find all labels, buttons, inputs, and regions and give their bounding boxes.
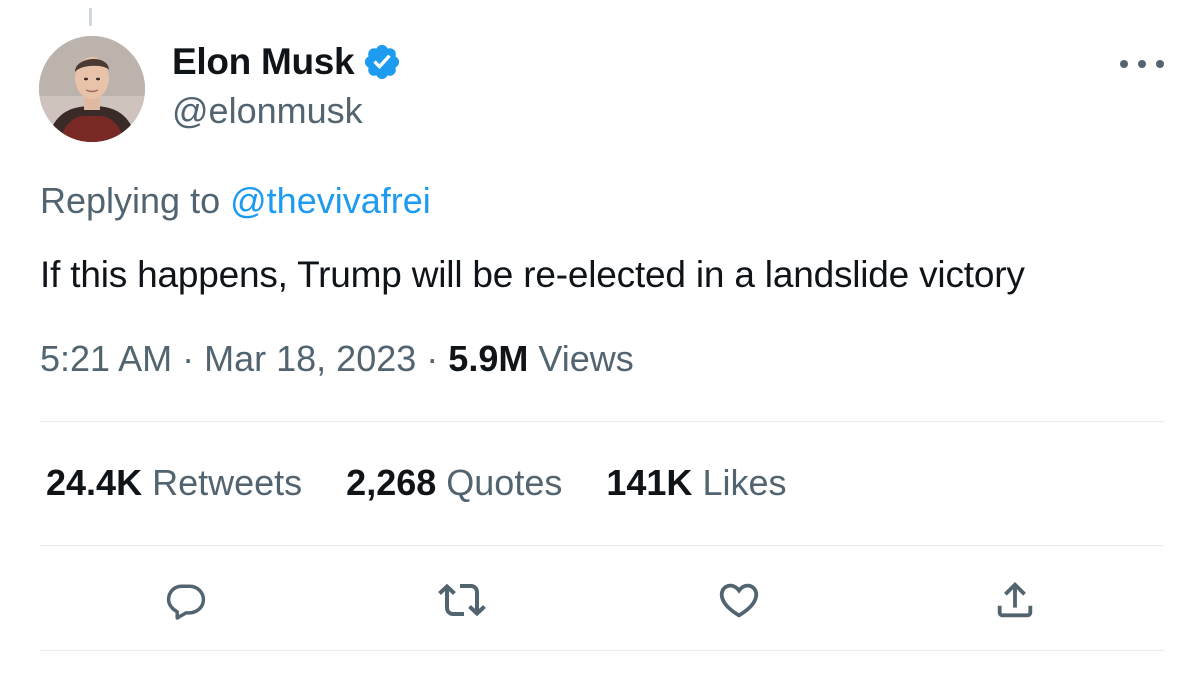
avatar-image <box>39 36 145 142</box>
replying-to-line: Replying to @thevivafrei <box>40 180 431 222</box>
quotes-stat[interactable]: 2,268 Quotes <box>346 462 562 504</box>
avatar[interactable] <box>39 36 145 142</box>
heart-icon <box>719 583 759 618</box>
retweet-button[interactable] <box>437 575 487 625</box>
retweets-stat[interactable]: 24.4K Retweets <box>46 462 302 504</box>
retweet-icon <box>438 583 486 617</box>
tweet-text: If this happens, Trump will be re-electe… <box>40 254 1025 295</box>
quotes-label: Quotes <box>446 462 563 503</box>
meta-separator: · <box>426 338 439 379</box>
like-button[interactable] <box>714 575 764 625</box>
likes-count: 141K <box>606 462 693 503</box>
likes-label: Likes <box>702 462 787 503</box>
views-count: 5.9M <box>448 338 529 379</box>
more-dot-icon <box>1138 60 1146 68</box>
divider <box>40 545 1164 546</box>
reply-icon <box>166 584 206 620</box>
tweet-time[interactable]: 5:21 AM <box>40 338 172 379</box>
author-handle[interactable]: @elonmusk <box>172 90 363 132</box>
share-icon <box>997 581 1033 618</box>
tweet-metadata: 5:21 AM · Mar 18, 2023 · 5.9M Views <box>40 338 634 380</box>
more-dot-icon <box>1156 60 1164 68</box>
quotes-count: 2,268 <box>346 462 437 503</box>
views-label: Views <box>538 338 634 379</box>
author-display-name[interactable]: Elon Musk <box>172 41 355 83</box>
thread-connector-line <box>89 8 92 26</box>
replying-to-prefix: Replying to <box>40 180 221 221</box>
replying-to-mention-link[interactable]: @thevivafrei <box>230 180 431 221</box>
retweets-count: 24.4K <box>46 462 143 503</box>
share-button[interactable] <box>990 575 1040 625</box>
tweet-date[interactable]: Mar 18, 2023 <box>204 338 416 379</box>
meta-separator: · <box>182 338 195 379</box>
author-name-row: Elon Musk <box>172 40 402 84</box>
divider <box>40 650 1164 651</box>
more-options-button[interactable] <box>1120 50 1164 78</box>
verified-badge-icon[interactable] <box>362 42 402 82</box>
engagement-stats: 24.4K Retweets 2,268 Quotes 141K Likes <box>46 462 830 504</box>
retweets-label: Retweets <box>152 462 303 503</box>
more-dot-icon <box>1120 60 1128 68</box>
divider <box>40 421 1164 422</box>
reply-button[interactable] <box>161 575 211 625</box>
likes-stat[interactable]: 141K Likes <box>606 462 786 504</box>
tweet-action-bar <box>0 575 1204 625</box>
